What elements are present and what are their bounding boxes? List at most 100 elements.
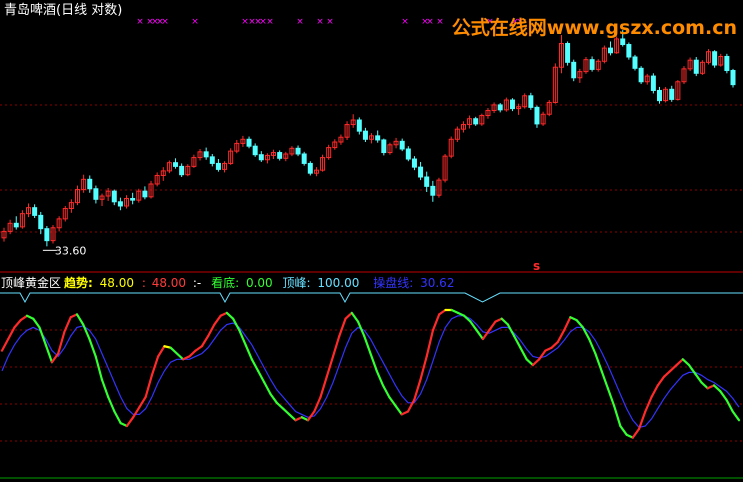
candle-body: [589, 59, 595, 70]
trend-segment: [7, 326, 16, 341]
trend-segment: [194, 345, 203, 352]
trend-segment: [662, 369, 672, 378]
candle-body: [565, 43, 571, 63]
candle-body: [473, 118, 479, 125]
trend-segment: [731, 410, 741, 422]
trend-segment: [381, 384, 391, 399]
trend-segment: [244, 343, 253, 361]
candle-body: [215, 162, 221, 170]
trend-segment: [125, 416, 135, 428]
trend-segment: [513, 335, 522, 349]
trend-segment: [175, 352, 185, 361]
grid-lines: [0, 104, 743, 479]
trend-segment: [19, 314, 29, 322]
trend-segment: [44, 343, 54, 364]
buy-marker: ×: [401, 17, 409, 27]
legend-operate-label: 操盘线:: [373, 275, 413, 290]
legend-peak-label: 顶峰:: [283, 276, 311, 290]
candle-body: [301, 153, 307, 164]
trend-segment: [113, 410, 122, 425]
chart-canvas[interactable]: × ×××× × × ××× × × × × × ×× × × ×× 青岛啤酒(日线 对数) 公式在线网w…: [0, 0, 743, 482]
operate-line: [1, 315, 740, 429]
trend-segment: [619, 424, 628, 436]
buy-marker: ×: [296, 17, 304, 27]
candle-body: [258, 154, 264, 161]
trend-segment: [575, 319, 584, 329]
trend-segment: [531, 358, 541, 367]
candle-body: [669, 88, 675, 100]
candle-body: [130, 197, 136, 201]
legend-bottom-label: 看底:: [211, 275, 239, 290]
trend-segment: [50, 352, 60, 364]
trend-segment: [107, 395, 116, 413]
trend-segment: [288, 413, 297, 422]
candle-body: [295, 147, 301, 155]
trend-segment: [588, 337, 597, 355]
trend-segment: [275, 401, 285, 410]
candle-body: [405, 148, 411, 160]
trend-segment: [431, 313, 441, 332]
candle-body: [381, 139, 387, 154]
trend-segment: [525, 358, 534, 367]
candle-body: [93, 188, 99, 200]
stock-chart-window: × × × × × × × × × × × × × × × × × × × × × 青岛啤酒(日线 对数) 公式在线网w…: [0, 0, 743, 482]
candle-body: [724, 55, 730, 72]
candle-body: [117, 201, 123, 207]
trend-segment: [38, 326, 47, 346]
trend-segment: [650, 384, 659, 399]
candle-body: [411, 158, 417, 168]
legend-red-label: :: [142, 276, 146, 290]
candle-body: [730, 70, 736, 86]
candle-body: [497, 104, 503, 111]
buy-marker: ×: [326, 17, 334, 27]
trend-segment: [538, 349, 547, 361]
buy-marker: ×: [266, 17, 274, 27]
legend-operate-value: 30.62: [420, 276, 454, 290]
trend-segment: [356, 320, 366, 338]
candle-body: [173, 162, 179, 167]
trend-segment: [263, 381, 272, 396]
indicator-name: 顶峰黄金区: [1, 275, 61, 290]
buy-marker: ×: [161, 17, 169, 27]
trend-segment: [325, 355, 335, 378]
trend-segment: [319, 375, 328, 399]
trend-segment: [32, 317, 41, 329]
legend-dash: :-: [193, 276, 201, 290]
trend-segment: [100, 378, 110, 399]
candle-body: [430, 185, 436, 196]
trend-segment: [57, 330, 66, 355]
trend-segment: [375, 369, 385, 387]
trend-segment: [169, 346, 178, 355]
oscillator-series[interactable]: [0, 292, 743, 439]
trend-segment: [231, 317, 241, 332]
trend-segment: [500, 317, 510, 326]
trend-segment: [594, 352, 603, 372]
candle-body: [307, 162, 313, 174]
candle-body: [712, 51, 718, 66]
trend-segment: [612, 404, 622, 428]
candle-body: [632, 56, 638, 69]
candle-body: [111, 190, 117, 203]
trend-segment: [700, 381, 709, 390]
trend-segment: [144, 374, 153, 399]
trend-segment: [413, 378, 422, 401]
trend-segment: [394, 404, 403, 416]
trend-segment: [719, 390, 728, 401]
candle-body: [418, 166, 424, 178]
trend-segment: [188, 349, 197, 358]
trend-segment: [200, 335, 210, 348]
legend-bottom-value: 0.00: [246, 276, 273, 290]
trend-segment: [669, 364, 678, 372]
trend-segment: [75, 313, 85, 326]
trend-segment: [556, 329, 566, 343]
candle-body: [246, 138, 252, 147]
candle-body: [277, 152, 283, 159]
buy-marker: ×: [316, 17, 324, 27]
trend-segment: [725, 398, 734, 413]
candlestick-series[interactable]: [1, 30, 736, 251]
trend-segment: [13, 319, 22, 329]
trend-segment: [681, 358, 691, 367]
candle-body: [32, 207, 38, 216]
candle-body: [620, 38, 626, 46]
trend-segment: [631, 427, 641, 439]
